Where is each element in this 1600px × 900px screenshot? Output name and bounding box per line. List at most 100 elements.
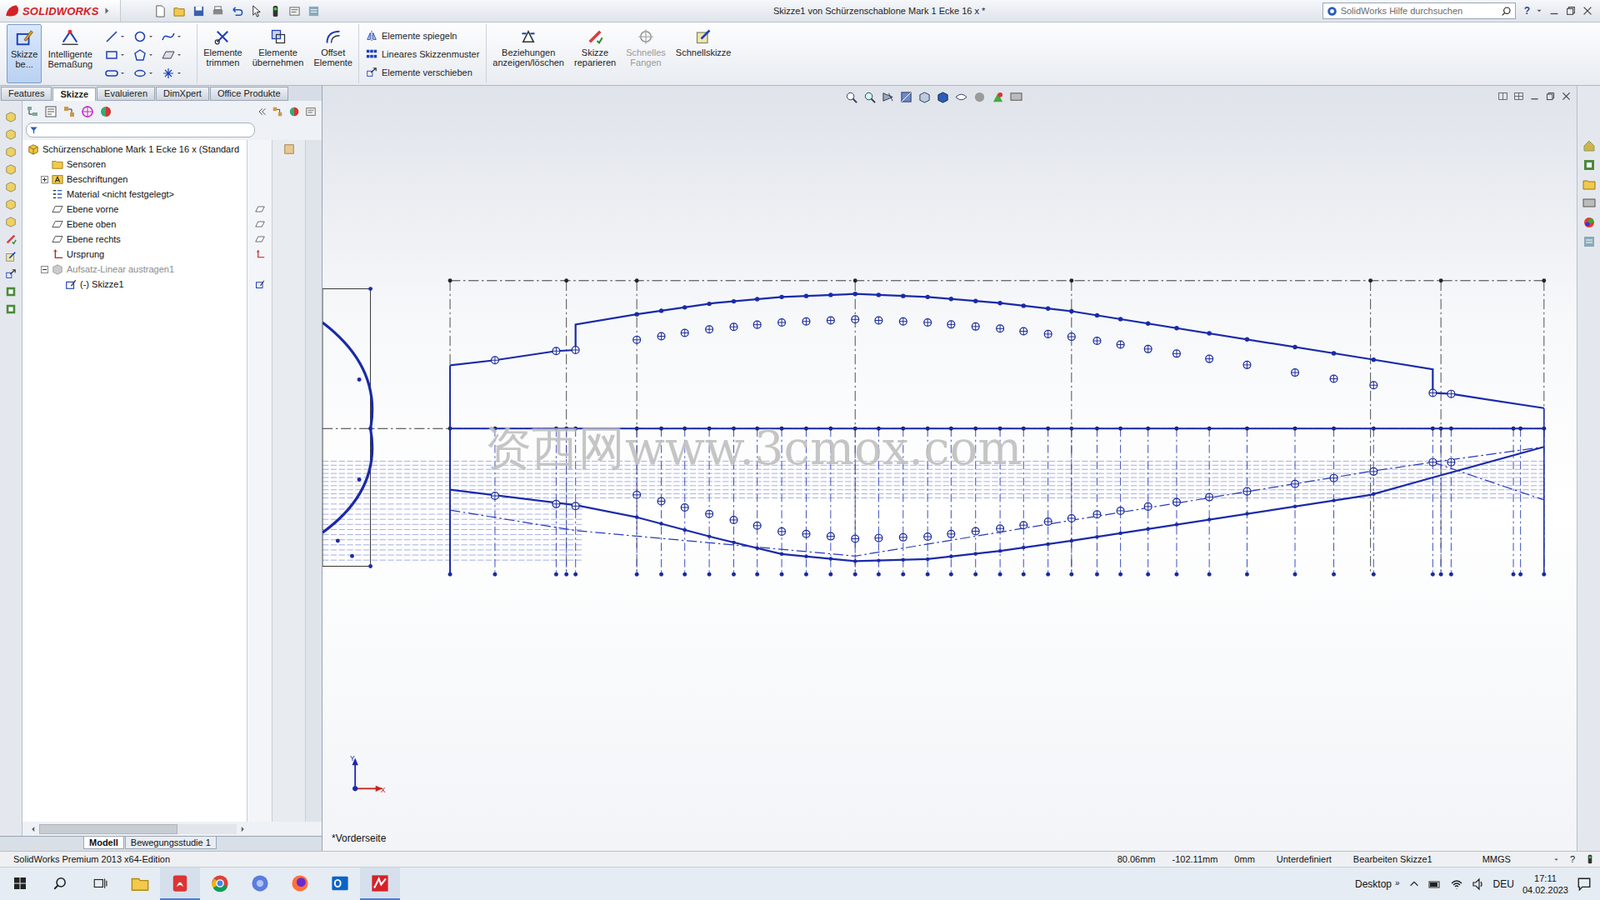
sketch-point-marker[interactable] [851, 315, 860, 324]
sketch-point-marker[interactable] [826, 532, 835, 540]
tool-dropdown-icon[interactable] [175, 51, 183, 59]
tool-dropdown-icon[interactable] [119, 70, 126, 77]
help-button[interactable]: ? [1524, 5, 1530, 17]
sketch-point-marker[interactable] [1116, 507, 1125, 515]
tree-root[interactable]: Schürzenschablone Mark 1 Ecke 16 x (Stan… [22, 141, 247, 157]
sketch-point-marker[interactable] [552, 500, 560, 508]
tool-dropdown-icon[interactable] [175, 70, 183, 77]
repair-icon[interactable] [5, 233, 17, 245]
tile2-icon[interactable] [1513, 90, 1525, 102]
sketch-tool[interactable] [105, 45, 134, 65]
right-edge[interactable] [1543, 408, 1545, 575]
lower-markers[interactable] [491, 458, 1455, 543]
display-states-icon[interactable] [271, 105, 284, 118]
plane-icon[interactable] [255, 219, 265, 230]
tool-dropdown-icon[interactable] [147, 51, 155, 59]
feat-icon[interactable] [5, 198, 17, 210]
feat-icon[interactable] [5, 145, 17, 158]
ribbon-button[interactable]: Beziehungen anzeigen/löschen [488, 24, 569, 84]
appearance-icon[interactable] [99, 105, 113, 119]
notify-icon[interactable] [1576, 876, 1592, 892]
tool-dropdown-icon[interactable] [147, 70, 155, 77]
sketch-point-marker[interactable] [1243, 487, 1251, 495]
sketch-point-marker[interactable] [633, 490, 641, 499]
tree-item[interactable]: Aufsatz-Linear austragen1 [22, 261, 247, 277]
sketch-point-marker[interactable] [730, 516, 738, 525]
start-button[interactable] [0, 867, 40, 900]
ribbon-button[interactable]: Skizze be... [6, 24, 42, 84]
treesketch-icon[interactable] [255, 279, 265, 290]
taskbar-app[interactable] [240, 867, 280, 900]
sketch-point-marker[interactable] [1144, 502, 1152, 510]
move-icon[interactable] [5, 268, 17, 280]
appearance-icon[interactable] [288, 105, 300, 118]
left-arc[interactable] [322, 286, 373, 569]
sketch-point-marker[interactable] [1020, 521, 1028, 530]
options-icon[interactable] [288, 5, 301, 18]
library-icon[interactable] [5, 285, 17, 298]
sphere-icon[interactable] [973, 90, 986, 104]
prev-icon[interactable] [881, 90, 895, 104]
palette-icon[interactable] [1582, 215, 1596, 230]
left-edge[interactable] [449, 365, 451, 575]
units-dropdown-icon[interactable] [1552, 855, 1560, 864]
ribbon-button[interactable]: Schnelles Fangen [621, 24, 670, 84]
sketch-point-marker[interactable] [996, 325, 1005, 333]
print-icon[interactable] [211, 5, 225, 18]
sketch-point-marker[interactable] [1067, 333, 1075, 341]
sketch-point-marker[interactable] [1429, 389, 1437, 397]
sketch-point-marker[interactable] [1370, 381, 1378, 390]
taskbar-app[interactable] [120, 867, 160, 900]
save-icon[interactable] [192, 5, 205, 18]
task-view-button[interactable] [80, 867, 120, 900]
tool-dropdown-icon[interactable] [147, 33, 155, 40]
sketch-point-marker[interactable] [875, 534, 883, 542]
folder-icon[interactable] [1582, 177, 1596, 191]
tree-item[interactable]: Beschriftungen [22, 171, 247, 187]
expander-icon[interactable] [40, 265, 49, 274]
expander-icon[interactable] [40, 175, 49, 184]
clock[interactable]: 17:1104.02.2023 [1522, 872, 1569, 896]
sketch-point-marker[interactable] [1044, 518, 1052, 526]
sketch-point-marker[interactable] [1173, 498, 1181, 506]
command-tab[interactable]: Skizze [52, 87, 96, 101]
feat-icon[interactable] [5, 180, 17, 193]
plane-icon[interactable] [255, 234, 265, 245]
sketch-point-marker[interactable] [1116, 340, 1125, 349]
undo-icon[interactable] [230, 5, 244, 18]
sketch-point-marker[interactable] [705, 510, 714, 518]
sketch-point-marker[interactable] [753, 320, 761, 329]
sketch-point-marker[interactable] [875, 316, 883, 325]
zoomfit-icon[interactable] [845, 90, 858, 104]
display-icon[interactable] [936, 90, 950, 104]
sketch-point-marker[interactable] [491, 492, 500, 500]
sketch-point-marker[interactable] [1447, 390, 1455, 398]
taskbar-app[interactable] [360, 867, 400, 900]
sketch-point-marker[interactable] [826, 316, 835, 325]
sketch-point-marker[interactable] [1205, 355, 1214, 363]
config-icon[interactable] [62, 105, 76, 119]
sketch-point-marker[interactable] [552, 347, 560, 355]
scene-icon[interactable] [991, 90, 1005, 104]
trayup-icon[interactable] [1408, 878, 1420, 890]
ribbon-list-item[interactable]: Elemente spiegeln [365, 27, 480, 44]
sketch-point-marker[interactable] [802, 530, 810, 538]
custom-icon[interactable] [1582, 235, 1596, 249]
cursor-icon[interactable] [250, 5, 263, 18]
sketch-tool[interactable] [161, 27, 190, 46]
sketch-point-marker[interactable] [1243, 360, 1251, 369]
home-icon[interactable] [1582, 139, 1596, 153]
sketch-point-marker[interactable] [571, 346, 580, 355]
sketch-point-marker[interactable] [753, 521, 761, 530]
feat-icon[interactable] [5, 128, 17, 140]
feat-icon[interactable] [5, 215, 17, 228]
tree-item[interactable]: Material <nicht festgelegt> [22, 186, 247, 202]
tool-dropdown-icon[interactable] [119, 51, 126, 59]
sketch-point-marker[interactable] [947, 530, 955, 538]
origin-icon[interactable] [255, 249, 265, 260]
close-icon[interactable] [1560, 90, 1572, 102]
sketch-point-marker[interactable] [778, 527, 786, 535]
command-tab[interactable]: Office Produkte [210, 86, 289, 101]
volume-icon[interactable] [1471, 877, 1485, 891]
close-icon[interactable] [1581, 5, 1594, 17]
